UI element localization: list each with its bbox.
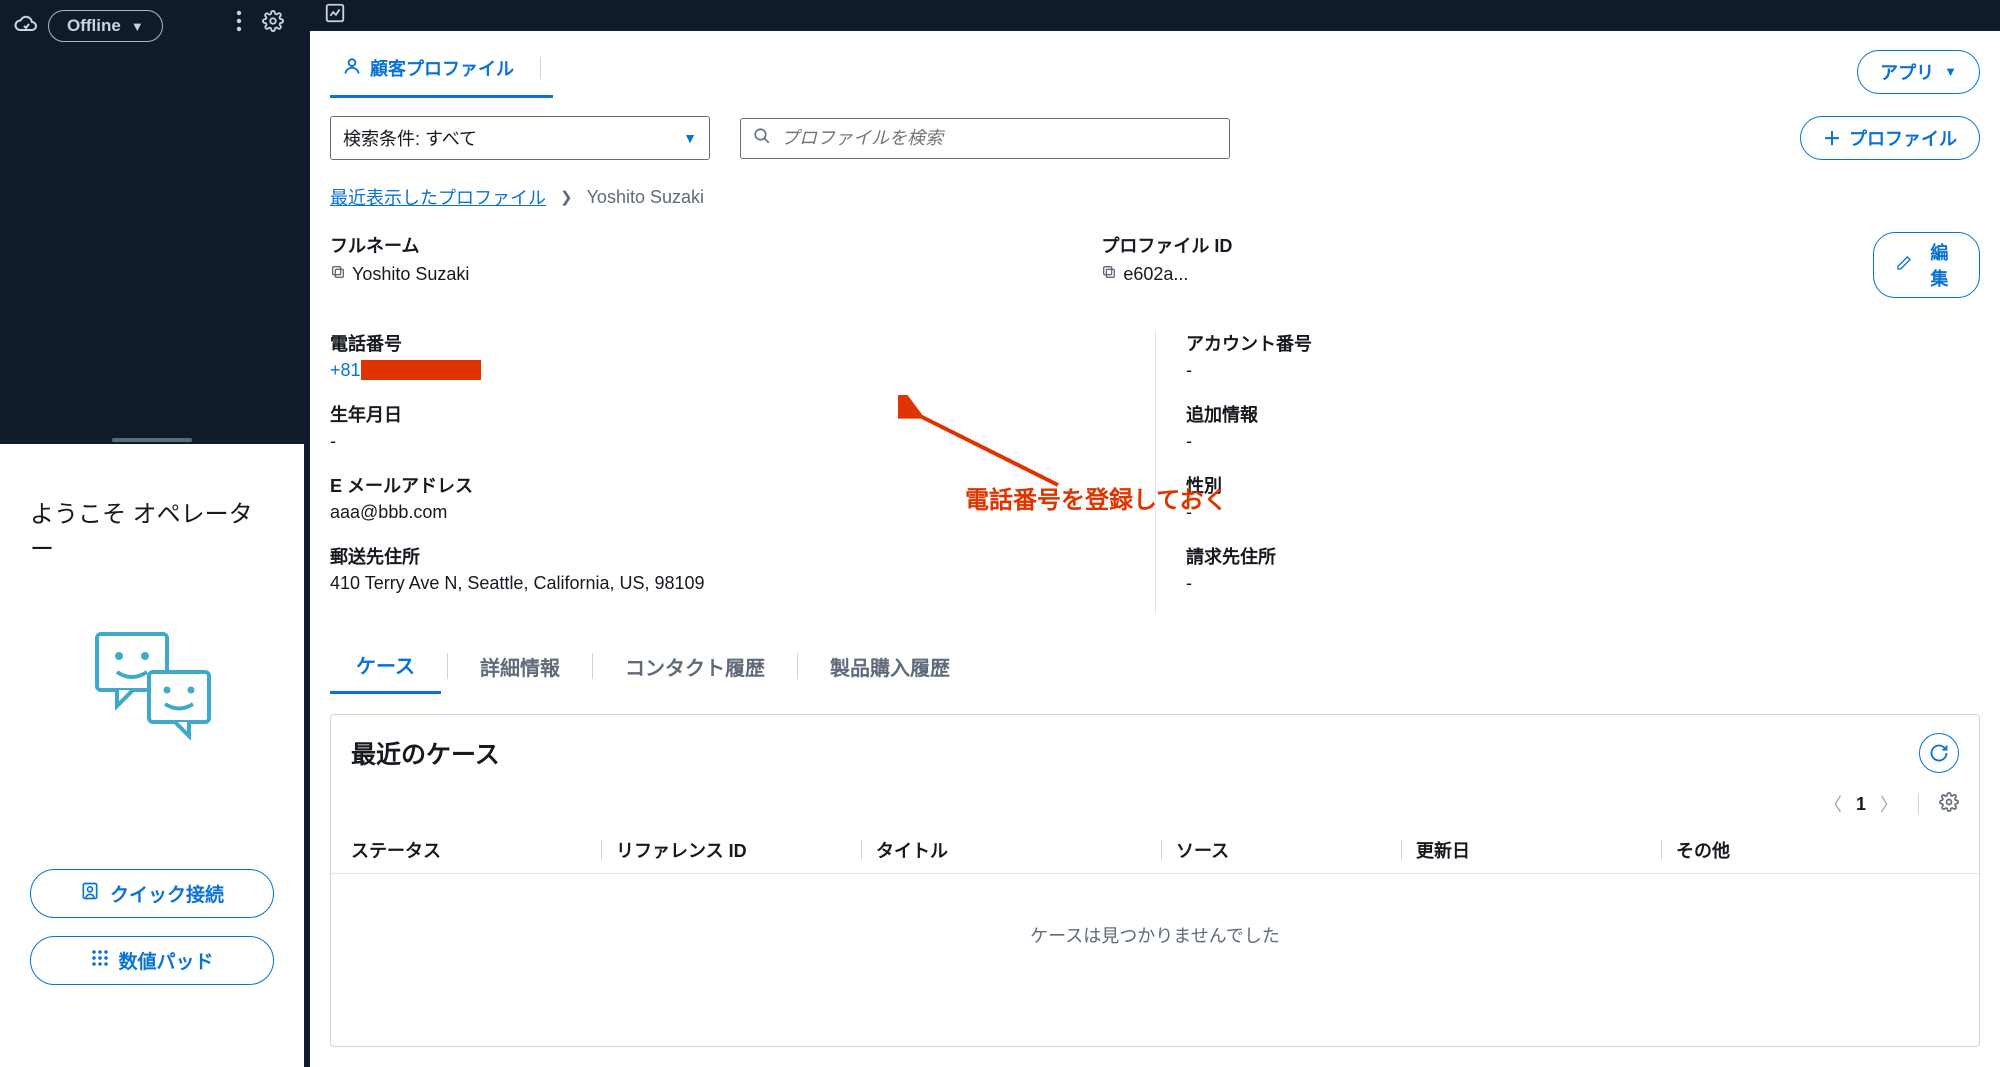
- dob-value: -: [330, 431, 1155, 452]
- fullname-value: Yoshito Suzaki: [352, 264, 469, 285]
- breadcrumb: 最近表示したプロファイル ❯ Yoshito Suzaki: [310, 178, 2000, 226]
- breadcrumb-current: Yoshito Suzaki: [587, 187, 704, 208]
- account-number-value: -: [1186, 360, 1980, 381]
- account-number-label: アカウント番号: [1186, 330, 1980, 356]
- contacts-icon: [80, 881, 100, 907]
- edit-label: 編集: [1922, 239, 1957, 291]
- cases-table-head: ステータス リファレンス ID タイトル ソース 更新日 その他: [331, 827, 1979, 874]
- refresh-button[interactable]: [1919, 733, 1959, 773]
- page-next-icon[interactable]: 〉: [1880, 791, 1898, 817]
- gender-label: 性別: [1186, 472, 1980, 498]
- tab-cases[interactable]: ケース: [330, 638, 441, 694]
- shipping-address-label: 郵送先住所: [330, 543, 1155, 569]
- chat-illustration-icon: [87, 624, 217, 749]
- copy-icon[interactable]: [330, 264, 346, 285]
- phone-value[interactable]: +81: [330, 360, 361, 380]
- person-icon: [342, 56, 362, 81]
- profile-search-wrap: [740, 118, 1230, 159]
- email-value: aaa@bbb.com: [330, 502, 1155, 523]
- tab-separator: [447, 653, 448, 679]
- search-filter-select[interactable]: 検索条件: すべて ▼: [330, 116, 710, 160]
- chevron-right-icon: ❯: [560, 188, 573, 206]
- tab-separator: [540, 57, 541, 79]
- additional-info-value: -: [1186, 431, 1980, 452]
- col-reference[interactable]: リファレンス ID: [616, 837, 747, 863]
- col-source[interactable]: ソース: [1176, 837, 1229, 863]
- welcome-text: ようこそ オペレーター: [30, 494, 274, 564]
- gear-icon[interactable]: [1939, 792, 1959, 817]
- caret-down-icon: ▼: [683, 130, 697, 146]
- status-selector[interactable]: Offline ▼: [48, 10, 163, 42]
- resize-handle[interactable]: [112, 438, 192, 442]
- fullname-label: フルネーム: [330, 232, 1101, 258]
- caret-down-icon: ▼: [131, 19, 144, 34]
- col-status[interactable]: ステータス: [351, 837, 601, 863]
- tab-label: 顧客プロファイル: [370, 55, 514, 81]
- profile-search-input[interactable]: [781, 128, 1217, 149]
- status-label: Offline: [67, 16, 121, 36]
- phone-label: 電話番号: [330, 330, 1155, 356]
- main-area: 顧客プロファイル アプリ ▼ 検索条件: すべて ▼ ＋: [310, 0, 2000, 1067]
- email-label: E メールアドレス: [330, 472, 1155, 498]
- tab-details[interactable]: 詳細情報: [454, 640, 586, 693]
- agent-sidebar: Offline ▼ ようこそ オペレーター: [0, 0, 304, 1067]
- sidebar-bottom-panel: ようこそ オペレーター クイック接続: [0, 444, 304, 1067]
- shipping-address-value: 410 Terry Ave N, Seattle, California, US…: [330, 573, 1155, 594]
- number-pad-button[interactable]: 数値パッド: [30, 936, 274, 985]
- dob-label: 生年月日: [330, 401, 1155, 427]
- add-profile-button[interactable]: ＋ プロファイル: [1800, 116, 1980, 160]
- col-updated[interactable]: 更新日: [1416, 837, 1470, 863]
- apps-button[interactable]: アプリ ▼: [1857, 50, 1980, 94]
- main-top-bar: [310, 0, 2000, 31]
- redacted-box: [361, 360, 481, 380]
- cloud-icon: [14, 14, 38, 39]
- plus-icon: ＋: [1823, 125, 1841, 151]
- chart-box-icon[interactable]: [324, 2, 346, 29]
- col-other[interactable]: その他: [1676, 837, 1730, 863]
- add-profile-label: プロファイル: [1849, 125, 1957, 151]
- separator: [1918, 793, 1919, 815]
- gear-icon[interactable]: [262, 10, 284, 37]
- profileid-label: プロファイル ID: [1101, 232, 1872, 258]
- kebab-menu-icon[interactable]: [236, 10, 242, 37]
- page-number: 1: [1856, 794, 1866, 815]
- quick-connect-button[interactable]: クイック接続: [30, 869, 274, 918]
- gender-value: -: [1186, 502, 1980, 523]
- dialpad-icon: [91, 949, 109, 973]
- billing-address-label: 請求先住所: [1186, 543, 1980, 569]
- pencil-icon: [1896, 255, 1912, 276]
- tab-contact-history[interactable]: コンタクト履歴: [599, 640, 791, 693]
- breadcrumb-recent-profiles[interactable]: 最近表示したプロファイル: [330, 184, 546, 210]
- sidebar-top-panel: Offline ▼: [0, 0, 304, 444]
- col-title[interactable]: タイトル: [876, 837, 948, 863]
- tab-separator: [797, 653, 798, 679]
- tab-customer-profile[interactable]: 顧客プロファイル: [330, 45, 553, 98]
- caret-down-icon: ▼: [1944, 64, 1957, 79]
- apps-label: アプリ: [1880, 59, 1934, 85]
- page-prev-icon[interactable]: 〈: [1824, 791, 1842, 817]
- copy-icon[interactable]: [1101, 264, 1117, 285]
- cases-panel: 最近のケース 〈 1 〉 ステータス リファレンス ID タイトル ソース: [330, 714, 1980, 1047]
- cases-title: 最近のケース: [351, 735, 500, 771]
- search-filter-label: 検索条件: すべて: [343, 125, 477, 151]
- tab-purchase-history[interactable]: 製品購入履歴: [804, 640, 976, 693]
- search-icon: [753, 127, 771, 150]
- quick-connect-label: クイック接続: [110, 880, 224, 907]
- cases-empty-message: ケースは見つかりませんでした: [331, 874, 1979, 996]
- edit-button[interactable]: 編集: [1873, 232, 1980, 298]
- tab-separator: [592, 653, 593, 679]
- billing-address-value: -: [1186, 573, 1980, 594]
- additional-info-label: 追加情報: [1186, 401, 1980, 427]
- profileid-value: e602a...: [1123, 264, 1188, 285]
- number-pad-label: 数値パッド: [119, 947, 214, 974]
